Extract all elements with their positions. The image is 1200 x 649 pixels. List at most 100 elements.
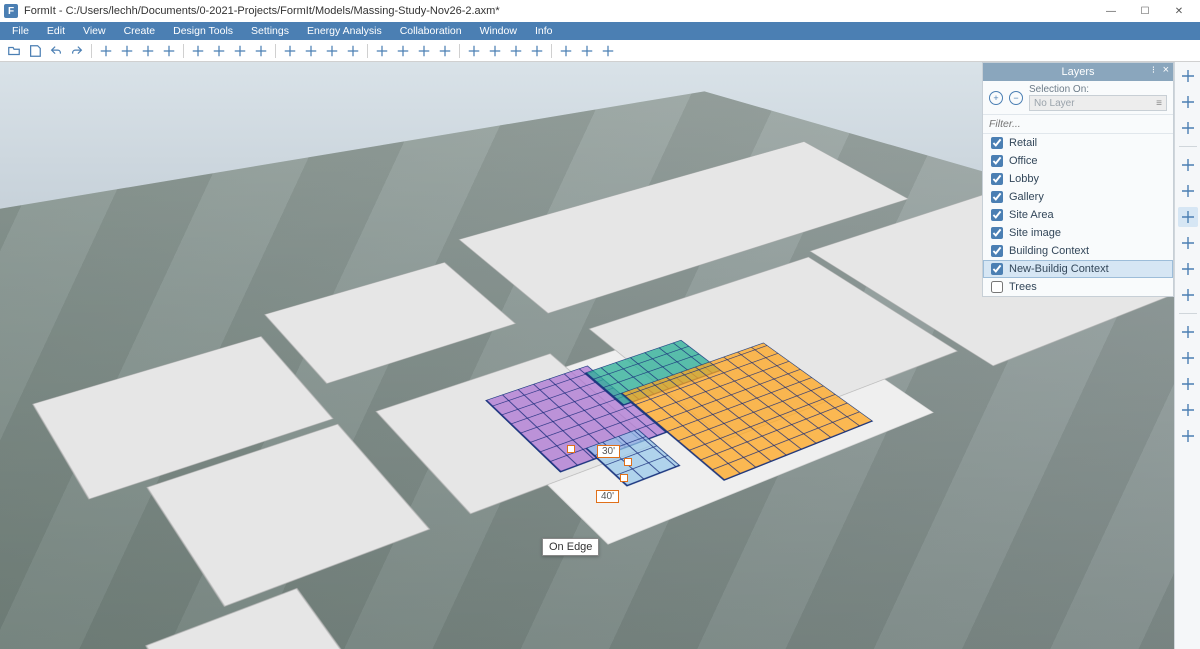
dimension-handle[interactable] (567, 445, 575, 453)
menu-energy-analysis[interactable]: Energy Analysis (299, 24, 390, 38)
dyanmo-icon[interactable] (1178, 322, 1198, 342)
bim360-icon[interactable] (1178, 374, 1198, 394)
layer-visibility-checkbox[interactable] (991, 263, 1003, 275)
layer-item-site-image[interactable]: Site image (983, 224, 1173, 242)
layer-visibility-checkbox[interactable] (991, 209, 1003, 221)
area-button[interactable] (230, 42, 250, 60)
info-button[interactable] (598, 42, 618, 60)
snap-tooltip: On Edge (542, 538, 599, 556)
layer-visibility-checkbox[interactable] (991, 191, 1003, 203)
user-button[interactable] (577, 42, 597, 60)
scenes-icon[interactable] (1178, 207, 1198, 227)
layer-visibility-checkbox[interactable] (991, 281, 1003, 293)
collab-icon[interactable] (1178, 426, 1198, 446)
ea-settings-button[interactable] (527, 42, 547, 60)
select-filter-button[interactable] (159, 42, 179, 60)
layer-item-lobby[interactable]: Lobby (983, 170, 1173, 188)
dimension-handle[interactable] (620, 474, 628, 482)
toolbar-separator (459, 44, 460, 58)
layers-panel: Layers ⁝ × + − Selection On: No Layer Re… (982, 62, 1174, 297)
energy-button[interactable] (464, 42, 484, 60)
layers-filter-input[interactable] (989, 118, 1167, 130)
window-minimize[interactable]: — (1094, 1, 1128, 21)
menu-design-tools[interactable]: Design Tools (165, 24, 241, 38)
menu-view[interactable]: View (75, 24, 114, 38)
layer-item-new-buildig-context[interactable]: New-Buildig Context (983, 260, 1173, 278)
layer-item-gallery[interactable]: Gallery (983, 188, 1173, 206)
layers-panel-header: Layers ⁝ × (983, 63, 1173, 81)
layer-visibility-checkbox[interactable] (991, 155, 1003, 167)
north-button[interactable] (435, 42, 455, 60)
menu-file[interactable]: File (4, 24, 37, 38)
menu-create[interactable]: Create (116, 24, 164, 38)
layer-visibility-checkbox[interactable] (991, 227, 1003, 239)
angle-button[interactable] (209, 42, 229, 60)
menu-edit[interactable]: Edit (39, 24, 73, 38)
selection-on-dropdown[interactable]: No Layer (1029, 95, 1167, 111)
analysis-icon[interactable] (1178, 400, 1198, 420)
save-button[interactable] (25, 42, 45, 60)
palette-separator (1179, 313, 1197, 314)
select-window-button[interactable] (138, 42, 158, 60)
layers-close-icon[interactable]: × (1163, 64, 1169, 76)
palette-separator (1179, 146, 1197, 147)
visual-styles-icon[interactable] (1178, 259, 1198, 279)
menu-collaboration[interactable]: Collaboration (392, 24, 470, 38)
location-button[interactable] (414, 42, 434, 60)
menu-window[interactable]: Window (472, 24, 525, 38)
layer-label: Gallery (1009, 191, 1165, 203)
title-bar: F FormIt - C:/Users/lechh/Documents/0-20… (0, 0, 1200, 22)
layer-label: Office (1009, 155, 1165, 167)
layer-label: Trees (1009, 281, 1165, 293)
toolbar-separator (183, 44, 184, 58)
measure-button[interactable] (188, 42, 208, 60)
window-close[interactable]: ✕ (1162, 1, 1196, 21)
window-maximize[interactable]: ☐ (1128, 1, 1162, 21)
solar-button[interactable] (485, 42, 505, 60)
shell-button[interactable] (322, 42, 342, 60)
layer-add-button[interactable]: + (989, 91, 1003, 105)
properties-icon[interactable] (1178, 285, 1198, 305)
group-icon[interactable] (1178, 118, 1198, 138)
undo-icon[interactable] (1178, 66, 1198, 86)
dimension-handle[interactable] (624, 458, 632, 466)
section-button[interactable] (251, 42, 271, 60)
selection-icon[interactable] (1178, 92, 1198, 112)
layers-settings-icon[interactable]: ⁝ (1152, 65, 1155, 76)
wind-button[interactable] (506, 42, 526, 60)
undo-button[interactable] (46, 42, 66, 60)
layer-item-trees[interactable]: Trees (983, 278, 1173, 296)
layer-visibility-checkbox[interactable] (991, 245, 1003, 257)
open-button[interactable] (4, 42, 24, 60)
toolbar-separator (367, 44, 368, 58)
layer-item-office[interactable]: Office (983, 152, 1173, 170)
layer-item-site-area[interactable]: Site Area (983, 206, 1173, 224)
shadows-button[interactable] (393, 42, 413, 60)
layer-item-building-context[interactable]: Building Context (983, 242, 1173, 260)
array-button[interactable] (343, 42, 363, 60)
select-button[interactable] (96, 42, 116, 60)
layer-item-retail[interactable]: Retail (983, 134, 1173, 152)
pushpull-button[interactable] (280, 42, 300, 60)
help-button[interactable] (556, 42, 576, 60)
toolbar-separator (275, 44, 276, 58)
app-name: FormIt - C:/Users/lechh/Documents/0-2021… (24, 5, 500, 17)
offset-button[interactable] (301, 42, 321, 60)
redo-button[interactable] (67, 42, 87, 60)
layer-visibility-checkbox[interactable] (991, 173, 1003, 185)
menu-bar: FileEditViewCreateDesign ToolsSettingsEn… (0, 22, 1200, 40)
menu-info[interactable]: Info (527, 24, 561, 38)
main-area: 30' 40' On Edge Layers ⁝ × + − Selection… (0, 62, 1200, 649)
sun-button[interactable] (372, 42, 392, 60)
menu-settings[interactable]: Settings (243, 24, 297, 38)
layers-icon[interactable] (1178, 233, 1198, 253)
content-library-icon[interactable] (1178, 348, 1198, 368)
layer-remove-button[interactable]: − (1009, 91, 1023, 105)
select-lasso-button[interactable] (117, 42, 137, 60)
layers-filter-row (983, 115, 1173, 134)
layer-label: Retail (1009, 137, 1165, 149)
layer-visibility-checkbox[interactable] (991, 137, 1003, 149)
levels-icon[interactable] (1178, 155, 1198, 175)
materials-icon[interactable] (1178, 181, 1198, 201)
selection-on-label: Selection On: (1029, 84, 1167, 95)
